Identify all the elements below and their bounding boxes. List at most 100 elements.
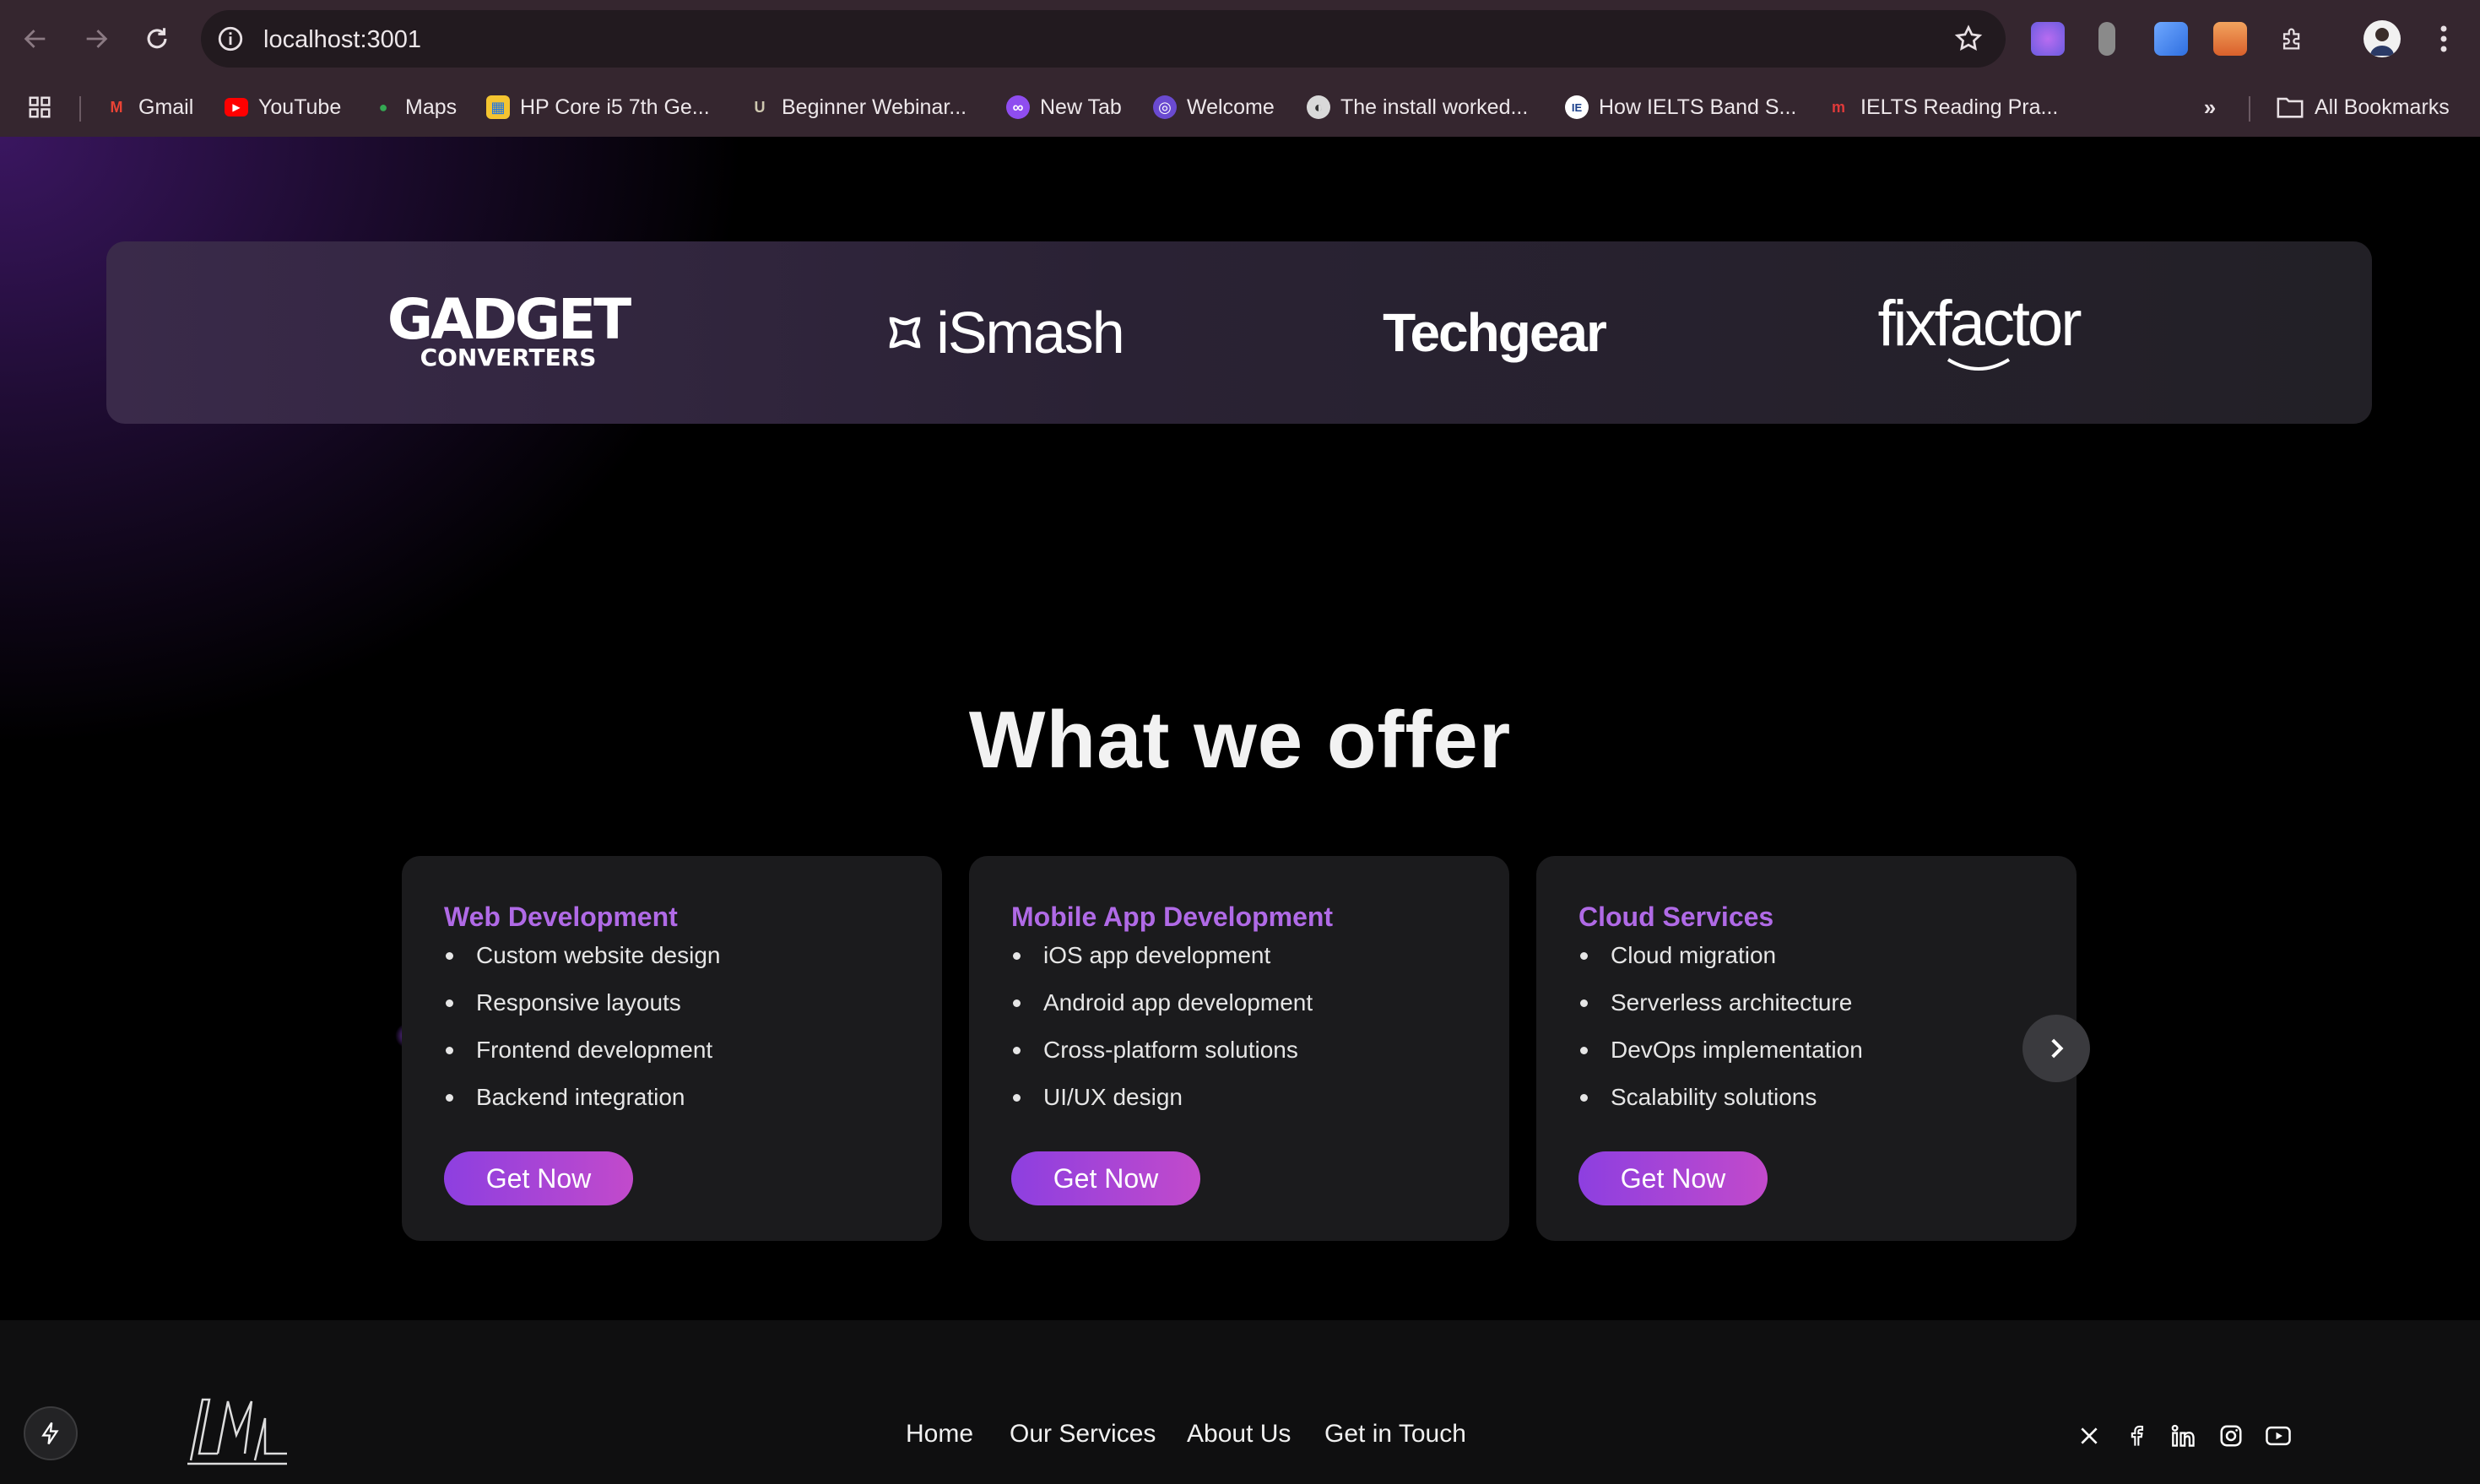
back-button[interactable]: [15, 19, 56, 59]
bookmark-star-icon[interactable]: [1953, 24, 1984, 54]
list-item: Cloud migration: [1578, 940, 1863, 988]
fixfactor-smile-icon: [1947, 358, 2011, 371]
service-card-mobile: Mobile App Development iOS app developme…: [969, 856, 1509, 1241]
dev-tools-bolt-button[interactable]: [24, 1406, 78, 1460]
list-item: Android app development: [1011, 988, 1313, 1035]
list-item: DevOps implementation: [1578, 1035, 1863, 1082]
facebook-icon[interactable]: [2122, 1422, 2151, 1450]
page-content: GADGET CONVERTERS iSmash Techgear fixfac…: [0, 137, 2480, 1484]
site-info-icon[interactable]: [216, 24, 245, 53]
extension-brain-icon[interactable]: [2031, 22, 2065, 56]
more-bookmarks-button[interactable]: »: [2198, 91, 2222, 123]
fixfactor-logo: fixfactor: [1844, 241, 2114, 424]
profile-avatar[interactable]: [2364, 20, 2401, 57]
welcome-icon: ◎: [1153, 95, 1177, 119]
folder-icon: [2277, 97, 2304, 118]
bookmark-hp[interactable]: ▦ HP Core i5 7th Ge...: [486, 91, 710, 123]
footer-brand-logo[interactable]: [184, 1393, 290, 1465]
more-menu-icon[interactable]: [2431, 22, 2456, 56]
ismash-mark-icon: [890, 317, 921, 349]
extension-gray-icon[interactable]: [2098, 22, 2115, 56]
lightning-icon: [41, 1422, 59, 1445]
all-bookmarks-label: All Bookmarks: [2315, 95, 2450, 119]
bookmark-label: YouTube: [258, 95, 342, 119]
site-footer: Home Our Services About Us Get in Touch: [0, 1320, 2480, 1484]
footer-nav-home[interactable]: Home: [906, 1420, 973, 1449]
list-item: Frontend development: [444, 1035, 720, 1082]
extensions-button[interactable]: [2272, 19, 2313, 59]
bookmarks-divider: [2249, 96, 2250, 122]
url-text[interactable]: localhost:3001: [263, 26, 421, 54]
bookmark-maps[interactable]: ● Maps: [371, 91, 458, 123]
puzzle-icon: [2282, 28, 2300, 50]
reload-icon: [147, 28, 167, 49]
instagram-icon[interactable]: [2217, 1422, 2245, 1450]
bookmark-youtube[interactable]: ▶ YouTube: [225, 91, 341, 123]
hp-icon: ▦: [486, 95, 510, 119]
double-chevron-icon: »: [2203, 94, 2217, 120]
footer-nav-services[interactable]: Our Services: [1010, 1420, 1156, 1449]
bookmark-gmail[interactable]: M Gmail: [105, 91, 194, 123]
bookmark-label: HP Core i5 7th Ge...: [520, 95, 710, 119]
bookmark-webinar[interactable]: U Beginner Webinar...: [748, 91, 967, 123]
bookmark-newtab[interactable]: ∞ New Tab: [1006, 91, 1122, 123]
ielts-reading-icon: m: [1831, 98, 1845, 116]
avatar-icon: [2370, 28, 2394, 56]
card-title: Mobile App Development: [1011, 902, 1334, 932]
footer-nav-about[interactable]: About Us: [1187, 1420, 1291, 1449]
get-now-button[interactable]: Get Now: [444, 1151, 633, 1205]
apps-button[interactable]: [27, 91, 52, 123]
feature-list: Cloud migration Serverless architecture …: [1578, 940, 1863, 1129]
bookmark-label: Beginner Webinar...: [782, 95, 967, 119]
list-item: Responsive layouts: [444, 988, 720, 1035]
logo-text: Techgear: [1383, 302, 1607, 363]
maps-icon: ●: [378, 98, 388, 116]
list-item: Cross-platform solutions: [1011, 1035, 1313, 1082]
chevron-right-icon: [2051, 1038, 2064, 1059]
section-title: What we offer: [968, 695, 1512, 785]
logo-text: GADGET: [387, 287, 631, 352]
partner-logos-strip: GADGET CONVERTERS iSmash Techgear fixfac…: [106, 241, 2372, 424]
forward-button[interactable]: [76, 19, 116, 59]
bookmarks-divider: [79, 96, 81, 122]
bookmarks-bar: M Gmail ▶ YouTube ● Maps ▦ HP Core i5 7t…: [0, 78, 2480, 137]
footer-nav-contact[interactable]: Get in Touch: [1324, 1420, 1466, 1449]
bookmark-welcome[interactable]: ◎ Welcome: [1153, 91, 1275, 123]
get-now-button[interactable]: Get Now: [1011, 1151, 1200, 1205]
reload-button[interactable]: [137, 19, 177, 59]
bookmark-label: Gmail: [138, 95, 194, 119]
carousel-next-button[interactable]: [2022, 1015, 2090, 1082]
address-bar[interactable]: localhost:3001: [201, 10, 2006, 68]
globe-icon: ◐: [1307, 95, 1330, 119]
logo-text: iSmash: [936, 300, 1124, 366]
bookmark-label: Welcome: [1187, 95, 1275, 119]
extension-orange-icon[interactable]: [2213, 22, 2247, 56]
feature-list: iOS app development Android app developm…: [1011, 940, 1313, 1129]
bookmark-label: How IELTS Band S...: [1599, 95, 1797, 119]
youtube-icon[interactable]: [2264, 1422, 2293, 1450]
list-item: UI/UX design: [1011, 1082, 1313, 1129]
linkedin-icon[interactable]: [2169, 1422, 2198, 1450]
bookmark-ielts-reading[interactable]: m IELTS Reading Pra...: [1827, 91, 2058, 123]
browser-chrome: localhost:3001 M Gmail ▶ YouTube ● Maps: [0, 0, 2480, 137]
ielts-icon: IE: [1565, 95, 1589, 119]
bookmark-label: The install worked...: [1340, 95, 1529, 119]
techgear-logo: Techgear: [1359, 241, 1629, 424]
x-icon[interactable]: [2075, 1422, 2104, 1450]
apps-grid-icon: [29, 96, 51, 118]
feature-list: Custom website design Responsive layouts…: [444, 940, 720, 1129]
service-card-cloud: Cloud Services Cloud migration Serverles…: [1536, 856, 2077, 1241]
get-now-button[interactable]: Get Now: [1578, 1151, 1768, 1205]
bookmark-ielts-band[interactable]: IE How IELTS Band S...: [1565, 91, 1796, 123]
all-bookmarks-button[interactable]: All Bookmarks: [2276, 91, 2450, 123]
extension-docs-icon[interactable]: [2154, 22, 2188, 56]
service-card-web: Web Development Custom website design Re…: [402, 856, 942, 1241]
bookmark-install[interactable]: ◐ The install worked...: [1307, 91, 1528, 123]
newtab-icon: ∞: [1006, 95, 1030, 119]
logo-text: CONVERTERS: [420, 344, 597, 371]
gmail-icon: M: [110, 98, 123, 116]
bookmark-label: IELTS Reading Pra...: [1860, 95, 2059, 119]
forward-arrow-icon: [86, 30, 108, 48]
ismash-logo: iSmash: [868, 241, 1138, 424]
bookmark-label: New Tab: [1040, 95, 1122, 119]
